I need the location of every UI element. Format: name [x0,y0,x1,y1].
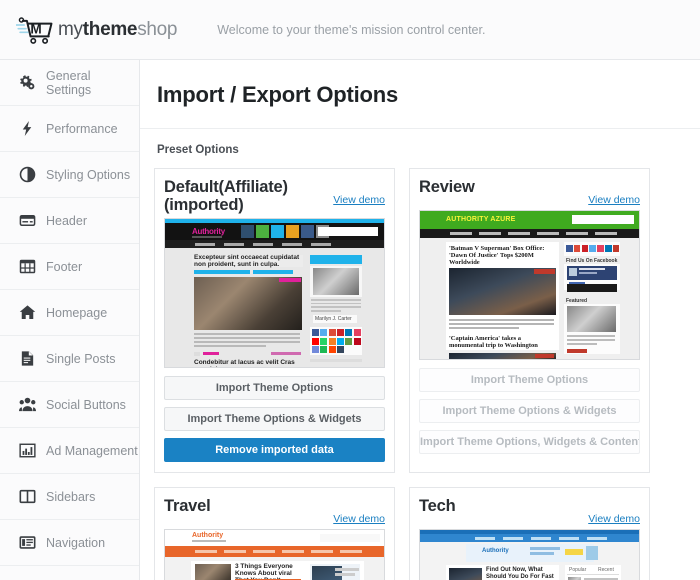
sidebar-item-styling-options[interactable]: Styling Options [0,152,139,198]
preset-card-title: Default(Affiliate) (imported) [164,178,288,215]
sidebar-item-social-buttons[interactable]: Social Buttons [0,382,139,428]
preset-thumbnail[interactable]: Authority Excepteur sint occaecat cupidat… [164,218,385,369]
sidebar-item-navigation[interactable]: Navigation [0,520,139,566]
import-theme-options-button[interactable]: Import Theme Options [419,368,640,392]
main-panel: Import / Export Options Preset Options D… [140,60,700,580]
gears-icon [18,74,36,92]
view-demo-link[interactable]: View demo [333,194,385,206]
view-demo-link[interactable]: View demo [588,513,640,525]
sidebar-item-label: General Settings [46,68,92,97]
preset-thumbnail[interactable]: Authority Find Out Now, What Should You D… [419,529,640,580]
sidebar-item-sidebars[interactable]: Sidebars [0,474,139,520]
sidebar-item-footer[interactable]: Footer [0,244,139,290]
view-demo-link[interactable]: View demo [588,194,640,206]
bar-chart-icon [18,442,36,460]
import-theme-options-widgets-content-button[interactable]: Import Theme Options, Widgets & Content [419,430,640,454]
shopping-cart-logo-icon: M [16,16,53,44]
view-demo-link[interactable]: View demo [333,513,385,525]
preset-card-header: Travel View demo [164,497,385,525]
sidebar-item-label: Navigation [46,535,106,550]
preset-card-header: Review View demo [419,178,640,206]
section-label: Preset Options [157,144,239,156]
preset-card-actions: Import Theme Options Import Theme Options… [164,376,385,463]
preset-card-title: Travel [164,497,211,516]
document-icon [18,350,36,368]
preset-card-title: Review [419,178,475,196]
sidebar-item-general-settings[interactable]: General Settings [0,60,139,106]
sidebar-item-header[interactable]: Header [0,198,139,244]
list-panel-icon [18,534,36,552]
brand-wordmark: mythemeshop [58,18,178,41]
page-title: Import / Export Options [157,82,399,107]
import-theme-options-widgets-button[interactable]: Import Theme Options & Widgets [419,399,640,423]
header-bar-icon [18,212,36,230]
logo[interactable]: M mythemeshop [16,16,178,44]
sidebar-item-label: Performance [46,121,118,136]
sidebar-item-typography[interactable]: Typography [0,566,139,580]
preset-thumbnail[interactable]: Authority 3 Things Everyone Knows About v… [164,529,385,580]
preset-card: Tech View demo Authority Find Out Now, What… [409,487,650,580]
welcome-message: Welcome to your theme's mission control … [217,22,486,37]
sidebar-item-homepage[interactable]: Homepage [0,290,139,336]
preset-card-header: Tech View demo [419,497,640,525]
brand-theme: theme [82,18,138,40]
sidebar-item-ad-management[interactable]: Ad Management [0,428,139,474]
preset-card: Default(Affiliate) (imported) View demo Au… [154,168,395,474]
brand-my: my [58,18,83,40]
sidebar-item-single-posts[interactable]: Single Posts [0,336,139,382]
sidebar-item-label: Social Buttons [46,397,126,412]
preset-thumbnail[interactable]: AUTHORITY AZURE 'Batman V Superman' Box O… [419,210,640,360]
sidebar: General Settings Performance Styling Optio… [0,60,140,580]
import-theme-options-button[interactable]: Import Theme Options [164,376,385,401]
sidebar-item-label: Footer [46,259,83,274]
sidebar-item-label: Header [46,213,87,228]
sidebar-item-label: Homepage [46,305,108,320]
import-theme-options-widgets-button[interactable]: Import Theme Options & Widgets [164,407,385,432]
home-icon [18,304,36,322]
preset-card: Travel View demo Authority 3 Things Everyon… [154,487,395,580]
preset-card-actions: Import Theme Options Import Theme Options… [419,368,640,454]
bolt-icon [18,120,36,138]
contrast-icon [18,166,36,184]
preset-card-grid: Default(Affiliate) (imported) View demo Au… [140,168,700,580]
preset-card-title: Tech [419,497,456,516]
sidebar-item-label: Ad Management [46,443,138,458]
preset-card: Review View demo AUTHORITY AZURE 'Batman V … [409,168,650,474]
sidebar-item-performance[interactable]: Performance [0,106,139,152]
brand-shop: shop [137,18,178,40]
top-bar: M mythemeshop Welcome to your theme's mi… [0,0,700,60]
sidebar-item-label: Single Posts [46,351,116,366]
sidebar-item-label: Styling Options [46,167,131,182]
users-icon [18,396,36,414]
columns-icon [18,488,36,506]
remove-imported-data-button[interactable]: Remove imported data [164,438,385,463]
sidebar-item-label: Sidebars [46,489,96,504]
table-grid-icon [18,258,36,276]
svg-text:M: M [30,21,41,36]
preset-card-header: Default(Affiliate) (imported) View demo [164,178,385,214]
